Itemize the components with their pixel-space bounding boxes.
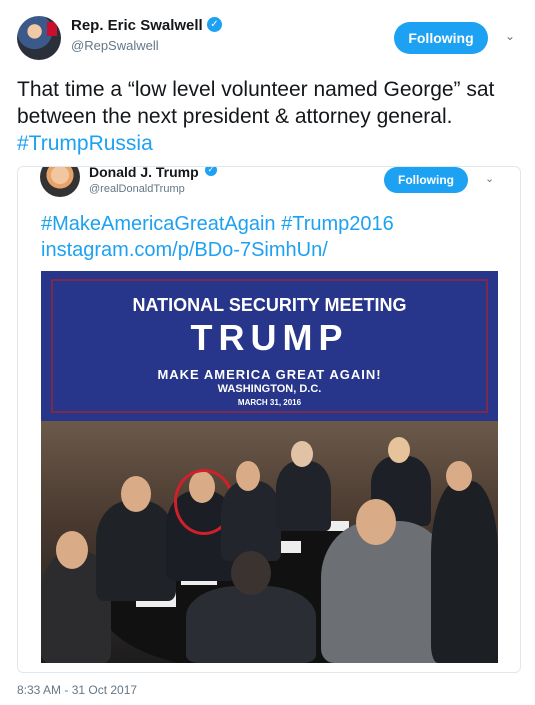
tweet-header: Rep. Eric Swalwell ✓ @RepSwalwell Follow… (0, 0, 535, 68)
embedded-tweet-text: #MakeAmericaGreatAgain #Trump2016 instag… (41, 211, 511, 263)
embedded-following-button[interactable]: Following (384, 167, 468, 193)
avatar[interactable] (17, 16, 61, 60)
author-handle[interactable]: @RepSwalwell (71, 38, 159, 53)
tweet-timestamp[interactable]: 8:33 AM - 31 Oct 2017 (17, 683, 137, 697)
embedded-hashtags[interactable]: #MakeAmericaGreatAgain #Trump2016 (41, 211, 511, 237)
banner-line-2: TRUMP (190, 317, 349, 358)
chevron-down-icon[interactable]: ⌄ (505, 29, 515, 43)
author-name[interactable]: Rep. Eric Swalwell (71, 17, 203, 34)
banner-line-1: NATIONAL SECURITY MEETING (132, 295, 407, 315)
embedded-chevron-down-icon[interactable]: ⌄ (485, 172, 494, 185)
meeting-banner: NATIONAL SECURITY MEETING TRUMP MAKE AME… (41, 271, 498, 421)
tweet-photo[interactable]: NATIONAL SECURITY MEETING TRUMP MAKE AME… (41, 271, 498, 663)
meeting-scene (41, 421, 498, 663)
verified-badge-icon: ✓ (207, 17, 222, 32)
following-button[interactable]: Following (394, 22, 488, 54)
banner-line-4: WASHINGTON, D.C. (217, 383, 322, 395)
embedded-tweet[interactable]: Donald J. Trump ✓ @realDonaldTrump Follo… (17, 166, 521, 673)
hashtag-link[interactable]: #TrumpRussia (17, 132, 153, 155)
tweet-body: That time a “low level volunteer named G… (17, 78, 495, 128)
banner-line-3: MAKE AMERICA GREAT AGAIN! (157, 367, 382, 382)
embedded-author-handle[interactable]: @realDonaldTrump (89, 183, 185, 195)
embedded-link[interactable]: instagram.com/p/BDo-7SimhUn/ (41, 237, 511, 263)
embedded-author-name[interactable]: Donald J. Trump (89, 167, 199, 180)
tweet-text: That time a “low level volunteer named G… (17, 76, 517, 157)
banner-line-5: MARCH 31, 2016 (237, 398, 302, 407)
embedded-verified-badge-icon: ✓ (205, 167, 217, 176)
embedded-avatar[interactable] (40, 167, 80, 197)
